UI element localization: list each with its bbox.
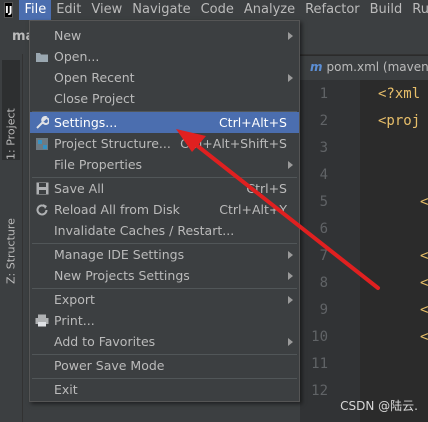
annotation-arrow-shaft [188,138,380,290]
watermark: CSDN @陆云. [340,399,418,413]
annotation-arrow-icon [176,129,380,290]
